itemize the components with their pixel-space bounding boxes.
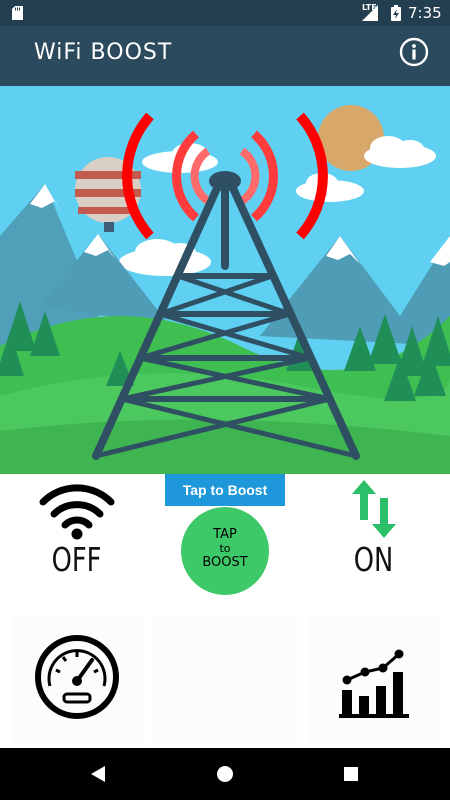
data-toggle[interactable]: ON (307, 474, 440, 602)
wifi-toggle[interactable]: OFF (10, 474, 143, 602)
bar-chart-icon (339, 649, 409, 718)
back-icon[interactable] (89, 765, 107, 783)
sd-card-icon (12, 6, 23, 20)
hero-illustration (0, 86, 450, 476)
status-bar: LTE 7:35 (0, 0, 450, 26)
recent-apps-icon[interactable] (343, 766, 359, 782)
app-bar: WiFi BOOST (0, 26, 450, 86)
wifi-icon (39, 484, 115, 540)
boost-button-line3: BOOST (202, 555, 248, 570)
info-icon[interactable] (399, 37, 429, 67)
bottom-row (0, 606, 450, 748)
tap-to-boost-label[interactable]: Tap to Boost (165, 474, 285, 506)
blank-tile (152, 616, 297, 744)
battery-icon (391, 5, 401, 21)
boost-button-line1: TAP (213, 527, 237, 542)
wifi-state-label: OFF (51, 540, 102, 579)
navigation-bar (0, 748, 450, 800)
tower-top (209, 171, 241, 191)
clock: 7:35 (408, 4, 442, 22)
speed-test-tile[interactable] (10, 616, 143, 744)
statistics-tile[interactable] (307, 616, 440, 744)
speedometer-icon (35, 635, 119, 719)
boost-button-line2: to (219, 542, 231, 555)
data-state-label: ON (353, 540, 394, 579)
boost-button[interactable]: TAP to BOOST (181, 507, 269, 595)
cell-signal-icon (362, 5, 378, 21)
home-icon[interactable] (216, 765, 234, 783)
app-title: WiFi BOOST (34, 40, 173, 65)
data-transfer-icon (352, 480, 396, 538)
